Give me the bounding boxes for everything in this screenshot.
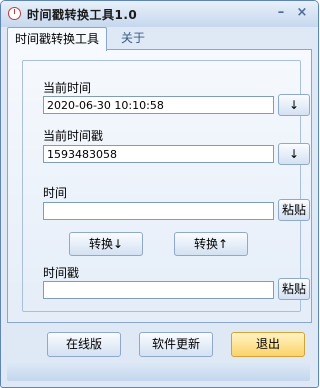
online-version-button[interactable]: 在线版 [47,332,121,357]
current-time-down-button[interactable]: ↓ [278,94,310,116]
time-paste-button[interactable]: 粘贴 [278,199,310,221]
timestamp-input[interactable] [43,281,274,299]
title-bar[interactable]: 时间戳转换工具1.0 – × [1,1,318,27]
software-update-button[interactable]: 软件更新 [139,332,213,357]
tab-bar: 时间戳转换工具 关于 [1,27,318,51]
close-button[interactable]: × [293,4,311,22]
timestamp-paste-button[interactable]: 粘贴 [278,278,310,300]
current-time-field[interactable]: 2020-06-30 10:10:58 [43,96,274,114]
tab-converter[interactable]: 时间戳转换工具 [7,27,107,51]
app-clock-icon [8,7,21,20]
current-timestamp-label: 当前时间戳 [43,129,104,143]
current-timestamp-field[interactable]: 1593483058 [43,145,274,163]
exit-button[interactable]: 退出 [231,332,305,357]
convert-to-timestamp-button[interactable]: 转换↓ [69,232,143,256]
window-title: 时间戳转换工具1.0 [27,8,138,22]
status-bar [7,363,310,381]
time-input[interactable] [43,202,274,220]
arrow-down-icon: ↓ [288,147,300,161]
app-window: 时间戳转换工具1.0 – × 时间戳转换工具 关于 当前时间 2020-06-3… [0,0,319,388]
time-label: 时间 [43,186,68,200]
convert-to-time-button[interactable]: 转换↑ [174,232,248,256]
current-timestamp-down-button[interactable]: ↓ [278,143,310,165]
tab-about[interactable]: 关于 [113,27,153,49]
current-time-label: 当前时间 [43,81,92,95]
converter-panel: 当前时间 2020-06-30 10:10:58 ↓ 当前时间戳 1593483… [7,49,312,323]
converter-group: 当前时间 2020-06-30 10:10:58 ↓ 当前时间戳 1593483… [22,60,310,312]
minimize-button[interactable]: – [272,4,290,22]
arrow-down-icon: ↓ [288,98,300,112]
timestamp-label: 时间戳 [43,266,80,280]
